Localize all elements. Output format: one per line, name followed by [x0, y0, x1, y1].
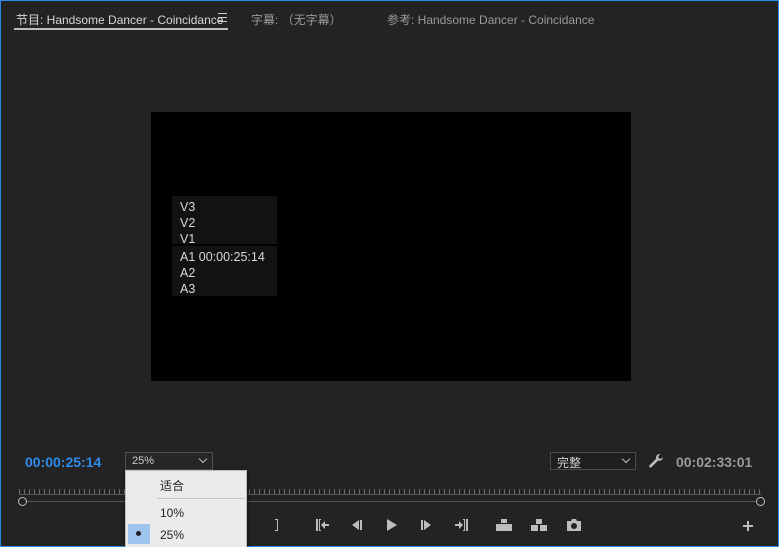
scroll-handle-right[interactable] [756, 497, 765, 506]
playhead-timecode[interactable]: 00:00:25:14 [25, 454, 101, 470]
zoom-option-10[interactable]: 10% [160, 506, 184, 520]
active-tab-underline [14, 28, 228, 30]
tab-captions[interactable]: 字幕: （无字幕） [251, 11, 342, 28]
menu-divider [157, 498, 245, 499]
chevron-down-icon [621, 454, 631, 464]
play-icon[interactable] [382, 517, 400, 533]
track-label: A2 [180, 266, 196, 280]
mark-out-icon[interactable] [268, 517, 286, 533]
audio-track-overlay: A1 00:00:25:14 A2 A3 [172, 246, 277, 296]
panel-tabs: 节目: Handsome Dancer - Coincidance 字幕: （无… [1, 1, 778, 33]
video-track-overlay: V3 V2 V1 [172, 196, 277, 246]
zoom-level-select[interactable]: 25% [125, 452, 213, 470]
track-label: V1 [180, 232, 196, 246]
tab-reference[interactable]: 参考: Handsome Dancer - Coincidance [387, 11, 594, 28]
track-label: V2 [180, 216, 196, 230]
zoom-option-fit[interactable]: 适合 [160, 477, 184, 494]
step-back-icon[interactable] [347, 517, 365, 533]
video-frame: V3 V2 V1 A1 00:00:25:14 A2 A3 [151, 112, 631, 381]
zoom-level-dropdown-menu: 适合 10% 25% [125, 470, 247, 547]
step-forward-icon[interactable] [418, 517, 436, 533]
playback-resolution-value: 完整 [557, 456, 582, 470]
duration-timecode: 00:02:33:01 [676, 454, 753, 470]
track-label: A3 [180, 282, 196, 296]
go-to-in-icon[interactable] [314, 517, 332, 533]
track-label: A1 00:00:25:14 [180, 250, 265, 264]
export-frame-icon[interactable] [565, 517, 583, 533]
wrench-icon[interactable] [648, 453, 664, 469]
add-button-icon[interactable] [739, 518, 757, 534]
program-monitor-panel: 节目: Handsome Dancer - Coincidance 字幕: （无… [0, 0, 779, 547]
scroll-handle-left[interactable] [18, 497, 27, 506]
selected-bullet-icon [136, 531, 141, 536]
zoom-option-25[interactable]: 25% [160, 528, 184, 542]
extract-icon[interactable] [530, 517, 548, 533]
playback-resolution-select[interactable]: 完整 [550, 452, 636, 470]
zoom-level-value: 25% [132, 455, 155, 467]
lift-icon[interactable] [495, 517, 513, 533]
track-label: V3 [180, 200, 196, 214]
go-to-out-icon[interactable] [452, 517, 470, 533]
menu-icon[interactable] [218, 13, 227, 22]
chevron-down-icon [198, 454, 208, 464]
tab-program[interactable]: 节目: Handsome Dancer - Coincidance [16, 11, 223, 28]
